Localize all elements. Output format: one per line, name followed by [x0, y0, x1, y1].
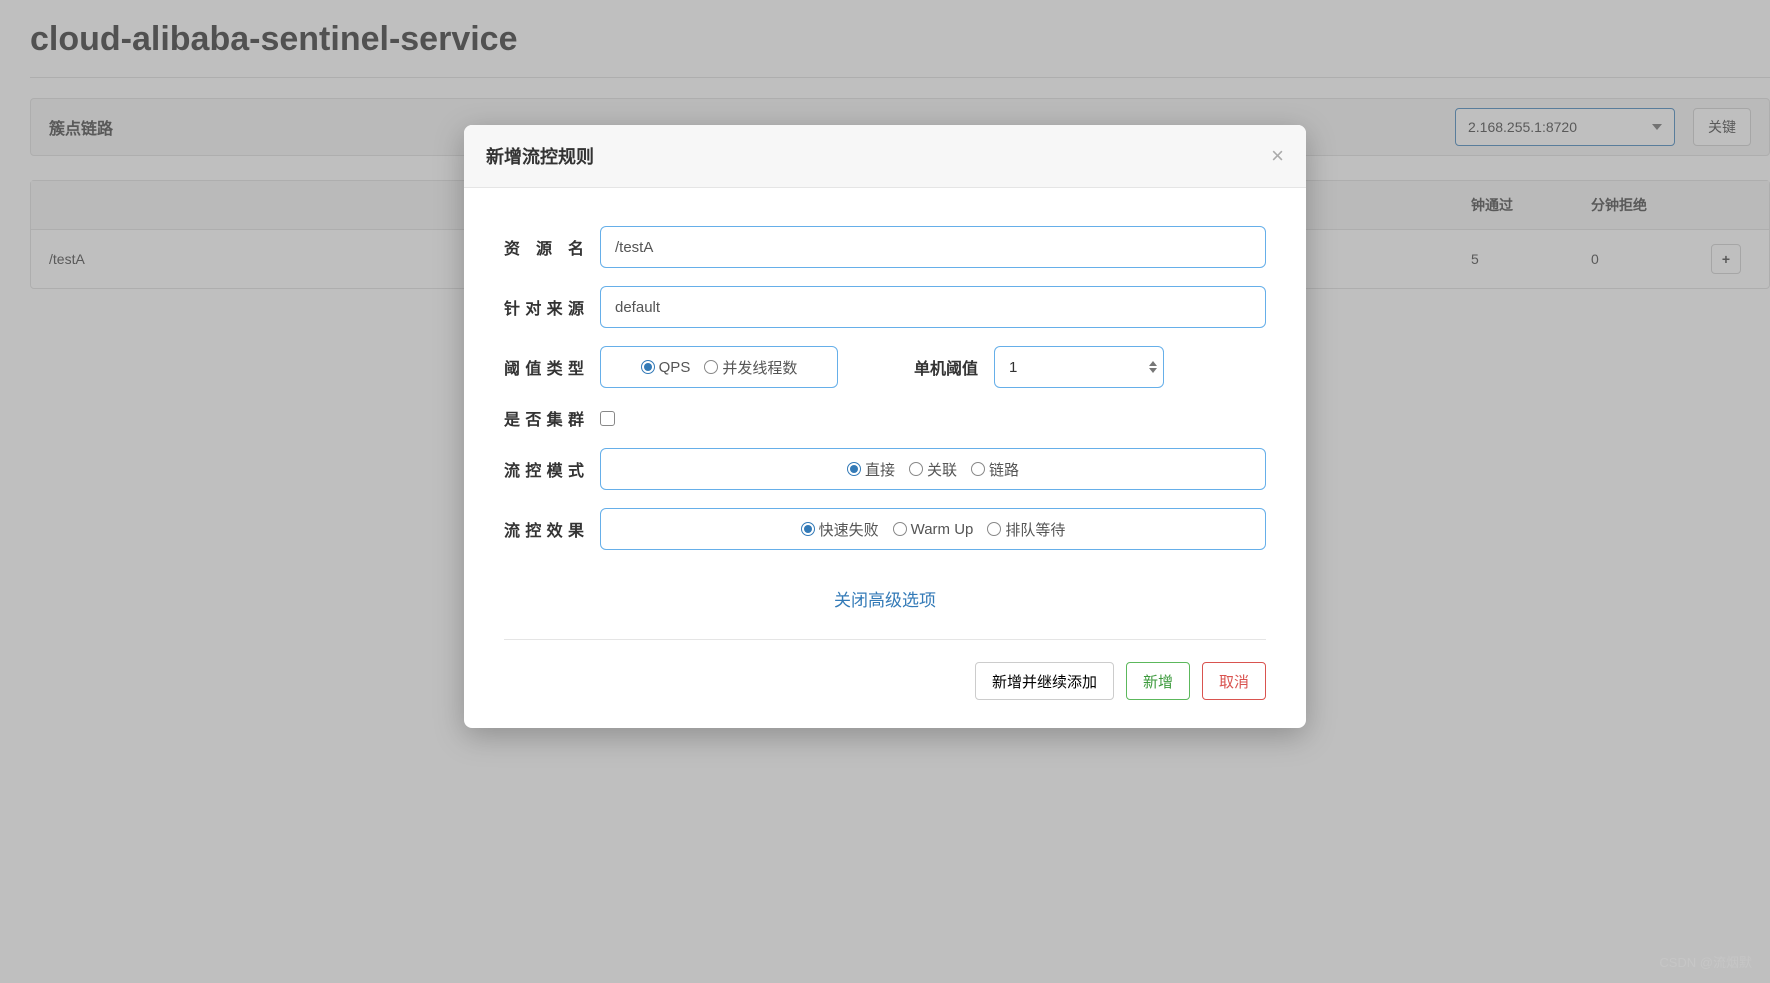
- mode-option-label: 关联: [927, 459, 957, 480]
- modal-title: 新增流控规则: [486, 143, 1271, 169]
- radio-icon: [801, 522, 815, 536]
- flow-rule-modal: 新增流控规则 × 资源名 针对来源 阈值类型 QPS 并发线程数 单机阈值 1: [464, 125, 1306, 728]
- close-icon[interactable]: ×: [1271, 145, 1284, 167]
- label-threshold-type: 阈值类型: [504, 355, 584, 379]
- effect-option-label: Warm Up: [911, 521, 974, 538]
- modal-body: 资源名 针对来源 阈值类型 QPS 并发线程数 单机阈值 1 是否集群: [464, 188, 1306, 639]
- number-spinner-icon[interactable]: [1149, 361, 1157, 373]
- cancel-button[interactable]: 取消: [1202, 662, 1266, 700]
- effect-option-2[interactable]: 排队等待: [987, 519, 1065, 540]
- label-source: 针对来源: [504, 295, 584, 319]
- threshold-type-option-label: QPS: [659, 359, 691, 376]
- row-cluster: 是否集群: [504, 406, 1266, 430]
- threshold-value-input[interactable]: 1: [994, 346, 1164, 388]
- radio-icon: [704, 360, 718, 374]
- label-resource: 资源名: [504, 235, 584, 259]
- radio-icon: [893, 522, 907, 536]
- threshold-type-option-1[interactable]: 并发线程数: [704, 357, 797, 378]
- modal-header: 新增流控规则 ×: [464, 125, 1306, 188]
- threshold-value-text: 1: [1009, 359, 1017, 376]
- radio-icon: [641, 360, 655, 374]
- add-continue-button[interactable]: 新增并继续添加: [975, 662, 1114, 700]
- radio-icon: [909, 462, 923, 476]
- effect-option-label: 排队等待: [1005, 519, 1065, 540]
- row-effect: 流控效果 快速失败 Warm Up 排队等待: [504, 508, 1266, 550]
- threshold-type-option-0[interactable]: QPS: [641, 359, 691, 376]
- effect-group: 快速失败 Warm Up 排队等待: [600, 508, 1266, 550]
- label-mode: 流控模式: [504, 457, 584, 481]
- effect-option-label: 快速失败: [819, 519, 879, 540]
- radio-icon: [847, 462, 861, 476]
- threshold-type-option-label: 并发线程数: [722, 357, 797, 378]
- effect-option-0[interactable]: 快速失败: [801, 519, 879, 540]
- mode-option-2[interactable]: 链路: [971, 459, 1019, 480]
- label-threshold-value: 单机阈值: [914, 355, 978, 379]
- resource-input[interactable]: [600, 226, 1266, 268]
- mode-group: 直接 关联 链路: [600, 448, 1266, 490]
- source-input[interactable]: [600, 286, 1266, 328]
- threshold-type-group: QPS 并发线程数: [600, 346, 838, 388]
- mode-option-1[interactable]: 关联: [909, 459, 957, 480]
- label-effect: 流控效果: [504, 517, 584, 541]
- effect-option-1[interactable]: Warm Up: [893, 521, 974, 538]
- mode-option-label: 直接: [865, 459, 895, 480]
- row-source: 针对来源: [504, 286, 1266, 328]
- radio-icon: [987, 522, 1001, 536]
- row-mode: 流控模式 直接 关联 链路: [504, 448, 1266, 490]
- row-resource: 资源名: [504, 226, 1266, 268]
- label-cluster: 是否集群: [504, 406, 584, 430]
- row-threshold-type: 阈值类型 QPS 并发线程数 单机阈值 1: [504, 346, 1266, 388]
- modal-footer: 新增并继续添加 新增 取消: [464, 640, 1306, 728]
- watermark: CSDN @流烟默: [1659, 952, 1752, 971]
- add-button[interactable]: 新增: [1126, 662, 1190, 700]
- cluster-checkbox[interactable]: [600, 411, 615, 426]
- toggle-advanced-link[interactable]: 关闭高级选项: [504, 586, 1266, 611]
- mode-option-label: 链路: [989, 459, 1019, 480]
- mode-option-0[interactable]: 直接: [847, 459, 895, 480]
- radio-icon: [971, 462, 985, 476]
